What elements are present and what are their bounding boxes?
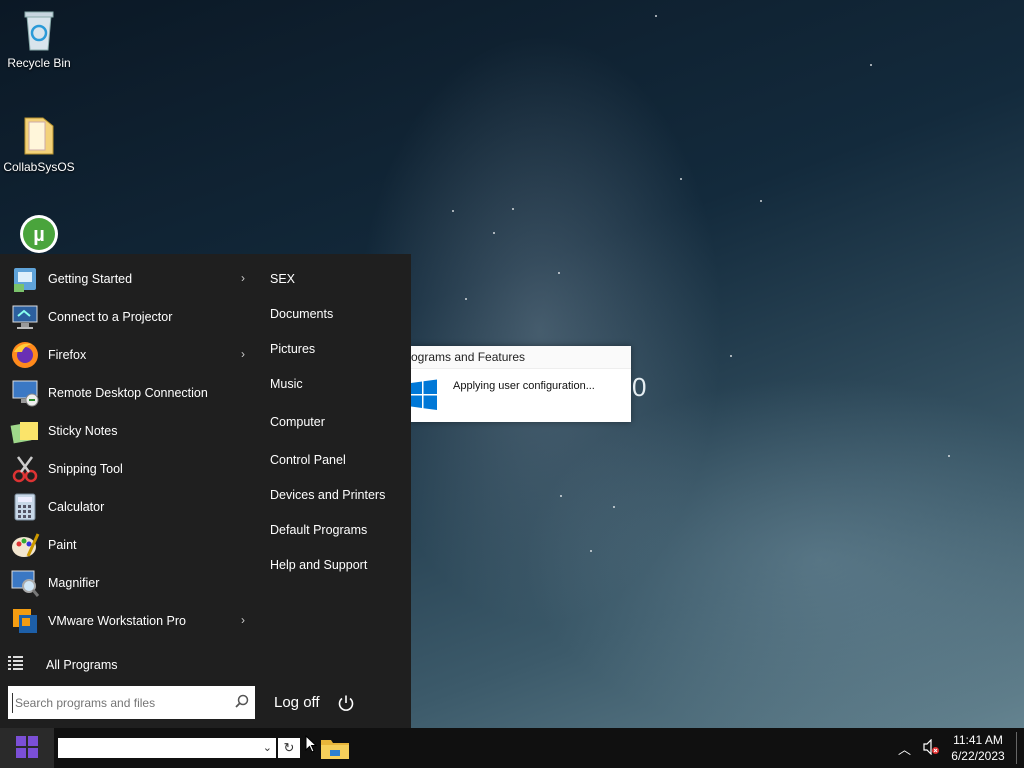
program-label: Snipping Tool <box>48 462 123 476</box>
start-program-vmware[interactable]: VMware Workstation Pro › <box>0 602 255 640</box>
dialog-message: Applying user configuration... <box>453 380 595 392</box>
file-explorer-icon[interactable] <box>320 736 350 763</box>
remote-desktop-icon <box>10 378 40 408</box>
start-program-firefox[interactable]: Firefox › <box>0 336 255 374</box>
start-search-box[interactable] <box>8 686 255 719</box>
refresh-icon[interactable]: ↻ <box>278 738 300 758</box>
getting-started-icon <box>10 264 40 294</box>
volume-muted-icon[interactable] <box>922 738 940 758</box>
desktop-icon-label: Recycle Bin <box>7 56 71 70</box>
program-label: Remote Desktop Connection <box>48 386 208 400</box>
folder-icon <box>19 112 59 156</box>
list-icon <box>8 656 24 673</box>
start-menu[interactable]: Getting Started › Connect to a Projector… <box>0 254 411 728</box>
search-icon[interactable] <box>235 694 249 711</box>
start-place-control-panel[interactable]: Control Panel <box>270 453 346 467</box>
windows-logo-icon <box>411 372 437 415</box>
start-place-default-programs[interactable]: Default Programs <box>270 523 367 537</box>
program-label: Paint <box>48 538 77 552</box>
snipping-tool-icon <box>10 454 40 484</box>
calculator-icon <box>10 492 40 522</box>
start-program-getting-started[interactable]: Getting Started › <box>0 260 255 298</box>
all-programs-label: All Programs <box>46 657 118 672</box>
sticky-notes-icon <box>10 416 40 446</box>
system-clock[interactable]: 11:41 AM 6/22/2023 <box>948 732 1008 764</box>
start-program-snipping-tool[interactable]: Snipping Tool <box>0 450 255 488</box>
search-input[interactable] <box>12 693 227 713</box>
recycle-bin-icon <box>19 8 59 52</box>
show-desktop-button[interactable] <box>1016 732 1017 764</box>
start-place-computer[interactable]: Computer <box>270 415 325 429</box>
program-label: Sticky Notes <box>48 424 118 438</box>
address-toolbar[interactable]: ⌄ <box>58 738 276 758</box>
start-place-documents[interactable]: Documents <box>270 307 333 321</box>
chevron-right-icon[interactable]: › <box>241 271 245 285</box>
programs-and-features-dialog[interactable]: ograms and Features Applying user config… <box>411 346 631 422</box>
desktop-icon-label: CollabSysOS <box>3 160 75 174</box>
projector-icon <box>10 302 40 332</box>
start-program-remote-desktop[interactable]: Remote Desktop Connection <box>0 374 255 412</box>
start-place-sex[interactable]: SEX <box>270 272 295 286</box>
power-icon[interactable] <box>337 694 355 715</box>
taskbar: ⌄ ↻ ︿ 11:41 AM 6/22/2023 <box>0 728 1024 768</box>
start-program-calculator[interactable]: Calculator <box>0 488 255 526</box>
mouse-cursor-icon <box>305 734 318 756</box>
all-programs-button[interactable]: All Programs <box>8 656 118 673</box>
windows-start-icon <box>15 735 39 762</box>
desktop-icon-recycle-bin[interactable]: Recycle Bin <box>3 8 75 70</box>
start-place-music[interactable]: Music <box>270 377 303 391</box>
background-window-fragment: 0 <box>632 372 647 402</box>
firefox-icon <box>10 340 40 370</box>
clock-date: 6/22/2023 <box>951 749 1005 763</box>
chevron-right-icon[interactable]: › <box>241 347 245 361</box>
start-program-connect-projector[interactable]: Connect to a Projector <box>0 298 255 336</box>
chevron-down-icon[interactable]: ⌄ <box>263 741 272 754</box>
dialog-title: ograms and Features <box>411 346 631 369</box>
start-place-devices-printers[interactable]: Devices and Printers <box>270 488 385 502</box>
program-label: Connect to a Projector <box>48 310 173 324</box>
start-button[interactable] <box>0 728 54 768</box>
start-place-pictures[interactable]: Pictures <box>270 342 315 356</box>
program-label: VMware Workstation Pro <box>48 614 187 628</box>
show-hidden-icons-chevron-icon[interactable]: ︿ <box>898 739 911 758</box>
start-program-sticky-notes[interactable]: Sticky Notes <box>0 412 255 450</box>
magnifier-icon <box>10 568 40 598</box>
utorrent-icon: µ <box>19 214 59 258</box>
desktop-icon-collabsysos[interactable]: CollabSysOS <box>3 112 75 174</box>
svg-text:µ: µ <box>33 224 45 246</box>
program-label: Getting Started <box>48 272 133 286</box>
paint-icon <box>10 530 40 560</box>
start-program-magnifier[interactable]: Magnifier <box>0 564 255 602</box>
program-label: Calculator <box>48 500 105 514</box>
chevron-right-icon[interactable]: › <box>241 613 245 627</box>
start-program-paint[interactable]: Paint <box>0 526 255 564</box>
clock-time: 11:41 AM <box>953 733 1003 747</box>
program-label: Firefox <box>48 348 87 362</box>
program-label: Magnifier <box>48 576 100 590</box>
log-off-button[interactable]: Log off <box>274 694 320 711</box>
start-place-help-support[interactable]: Help and Support <box>270 558 367 572</box>
vmware-icon <box>10 606 40 636</box>
